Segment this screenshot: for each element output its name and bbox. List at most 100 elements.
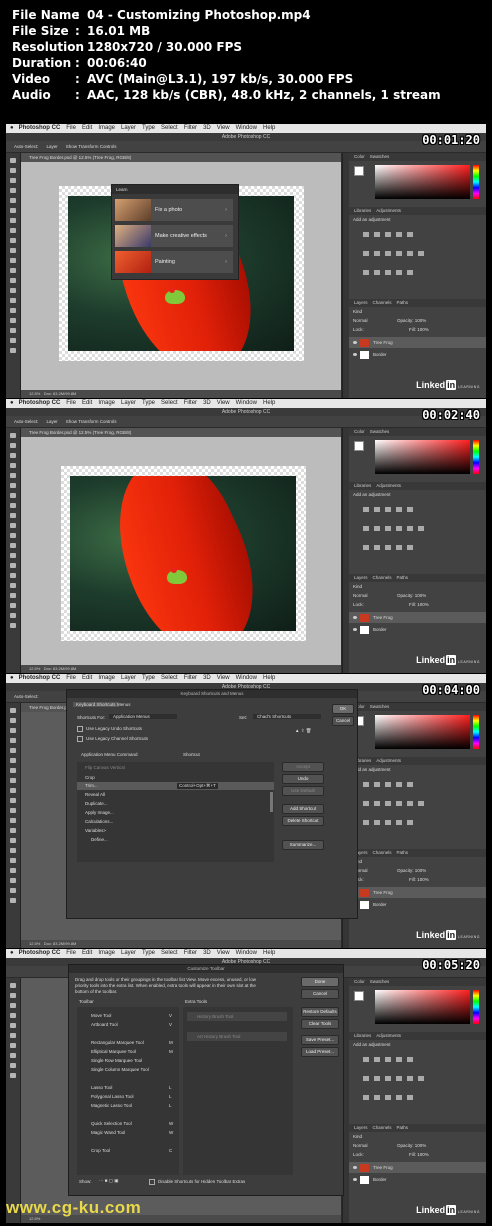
menu-item[interactable]: View: [217, 950, 230, 956]
menu-item[interactable]: File: [66, 125, 76, 131]
menu-item[interactable]: Photoshop CC: [19, 400, 61, 406]
layer-row[interactable]: Border: [349, 1174, 486, 1185]
layer-filter-kind[interactable]: Kind: [353, 309, 362, 314]
list-item[interactable]: Trim...: [85, 783, 98, 788]
eyedropper-tool-icon[interactable]: [10, 483, 16, 488]
shortcuts-for-select[interactable]: Application Menus: [109, 714, 177, 719]
hue-slider[interactable]: [473, 440, 479, 474]
layer-filter-kind[interactable]: Kind: [353, 584, 362, 589]
tab-color[interactable]: Color: [354, 429, 365, 434]
color-picker-field[interactable]: [375, 990, 470, 1024]
type-tool-icon[interactable]: [10, 858, 16, 863]
document-tab[interactable]: Tree Frog Border.psd @ 12.5% (Tree Frog,…: [21, 428, 341, 437]
menu-item[interactable]: Layer: [121, 400, 136, 406]
list-item[interactable]: Duplicate...: [85, 801, 108, 806]
adjustment-icon[interactable]: [396, 270, 402, 275]
adjustment-icon[interactable]: [407, 1057, 413, 1062]
adjustment-icon[interactable]: [363, 801, 369, 806]
hand-tool-icon[interactable]: [10, 613, 16, 618]
menu-item[interactable]: Image: [98, 675, 115, 681]
menu-item[interactable]: Filter: [184, 400, 197, 406]
quick-select-tool-icon[interactable]: [10, 738, 16, 743]
adjustment-icon[interactable]: [407, 1095, 413, 1100]
tab-channels[interactable]: Channels: [373, 300, 392, 305]
menu-item[interactable]: Select: [161, 675, 178, 681]
menu-item[interactable]: View: [217, 675, 230, 681]
learn-item-painting[interactable]: Painting ›: [115, 251, 233, 273]
list-item[interactable]: History Brush Tool: [197, 1014, 233, 1019]
adjustment-icon[interactable]: [407, 526, 413, 531]
adjustment-icon[interactable]: [385, 1095, 391, 1100]
menu-item[interactable]: Select: [161, 125, 178, 131]
adjustment-icon[interactable]: [385, 1076, 391, 1081]
menu-item[interactable]: Filter: [184, 950, 197, 956]
move-tool-icon[interactable]: [10, 983, 16, 988]
layer-row[interactable]: Border: [349, 899, 486, 910]
selected-row[interactable]: [77, 782, 274, 790]
list-item[interactable]: Crop Tool: [91, 1148, 110, 1153]
tab-layers[interactable]: Layers: [354, 300, 368, 305]
menu-item[interactable]: Edit: [82, 675, 92, 681]
adjustment-icon[interactable]: [374, 820, 380, 825]
list-item[interactable]: Polygonal Lasso Tool: [91, 1094, 133, 1099]
legacy-undo-option[interactable]: Use Legacy Undo Shortcuts: [77, 726, 142, 732]
tab-channels[interactable]: Channels: [373, 1125, 392, 1130]
stamp-tool-icon[interactable]: [10, 238, 16, 243]
stamp-tool-icon[interactable]: [10, 513, 16, 518]
tab-paths[interactable]: Paths: [397, 850, 409, 855]
menu-item[interactable]: Window: [236, 400, 257, 406]
color-picker-field[interactable]: [375, 165, 470, 199]
marquee-tool-icon[interactable]: [10, 168, 16, 173]
adjustment-icon[interactable]: [396, 782, 402, 787]
tab-libraries[interactable]: Libraries: [354, 1033, 371, 1038]
learn-item-fix-photo[interactable]: Fix a photo ›: [115, 199, 233, 221]
tab-paths[interactable]: Paths: [397, 575, 409, 580]
adjustment-icon[interactable]: [396, 526, 402, 531]
extra-tools-list[interactable]: History Brush Tool Art History Brush Too…: [183, 1007, 293, 1175]
brush-tool-icon[interactable]: [10, 503, 16, 508]
tab-paths[interactable]: Paths: [397, 1125, 409, 1130]
shortcut-set-icons[interactable]: ▲ ⇧ 🗑: [295, 728, 311, 734]
menu-item[interactable]: Type: [142, 125, 155, 131]
menu-item[interactable]: 3D: [203, 675, 211, 681]
opacity-field[interactable]: Opacity: 100%: [397, 1143, 426, 1148]
eye-icon[interactable]: [353, 353, 357, 356]
accept-button[interactable]: Accept: [282, 762, 324, 772]
healing-tool-icon[interactable]: [10, 493, 16, 498]
tab-swatches[interactable]: Swatches: [370, 429, 390, 434]
hand-tool-icon[interactable]: [10, 338, 16, 343]
eyedropper-tool-icon[interactable]: [10, 758, 16, 763]
use-default-button[interactable]: Use Default: [282, 786, 324, 796]
gradient-tool-icon[interactable]: [10, 818, 16, 823]
adjustment-icon[interactable]: [407, 270, 413, 275]
list-item[interactable]: Variables>: [85, 828, 106, 833]
shape-tool-icon[interactable]: [10, 603, 16, 608]
eraser-tool-icon[interactable]: [10, 533, 16, 538]
stamp-tool-icon[interactable]: [10, 1063, 16, 1068]
adjustment-icon[interactable]: [396, 251, 402, 256]
color-picker-field[interactable]: [375, 715, 470, 749]
blur-tool-icon[interactable]: [10, 828, 16, 833]
add-shortcut-button[interactable]: Add Shortcut: [282, 804, 324, 814]
adjustment-icon[interactable]: [374, 801, 380, 806]
cancel-button[interactable]: Cancel: [301, 989, 339, 999]
apple-icon[interactable]: ●: [10, 125, 14, 131]
menu-item[interactable]: Filter: [184, 675, 197, 681]
tab-layers[interactable]: Layers: [354, 575, 368, 580]
menu-item[interactable]: Photoshop CC: [19, 950, 61, 956]
healing-tool-icon[interactable]: [10, 1043, 16, 1048]
tab-paths[interactable]: Paths: [397, 300, 409, 305]
auto-select-checkbox[interactable]: Auto-Select:: [14, 419, 39, 424]
tab-channels[interactable]: Channels: [373, 850, 392, 855]
adjustment-icon[interactable]: [407, 507, 413, 512]
lasso-tool-icon[interactable]: [10, 178, 16, 183]
dodge-tool-icon[interactable]: [10, 288, 16, 293]
save-preset-button[interactable]: Save Preset...: [301, 1035, 339, 1045]
tab-swatches[interactable]: Swatches: [370, 154, 390, 159]
adjustment-icon[interactable]: [396, 1057, 402, 1062]
menu-item[interactable]: Layer: [121, 950, 136, 956]
done-button[interactable]: Done: [301, 977, 339, 987]
adjustment-icon[interactable]: [407, 232, 413, 237]
menu-item[interactable]: 3D: [203, 950, 211, 956]
zoom-tool-icon[interactable]: [10, 348, 16, 353]
